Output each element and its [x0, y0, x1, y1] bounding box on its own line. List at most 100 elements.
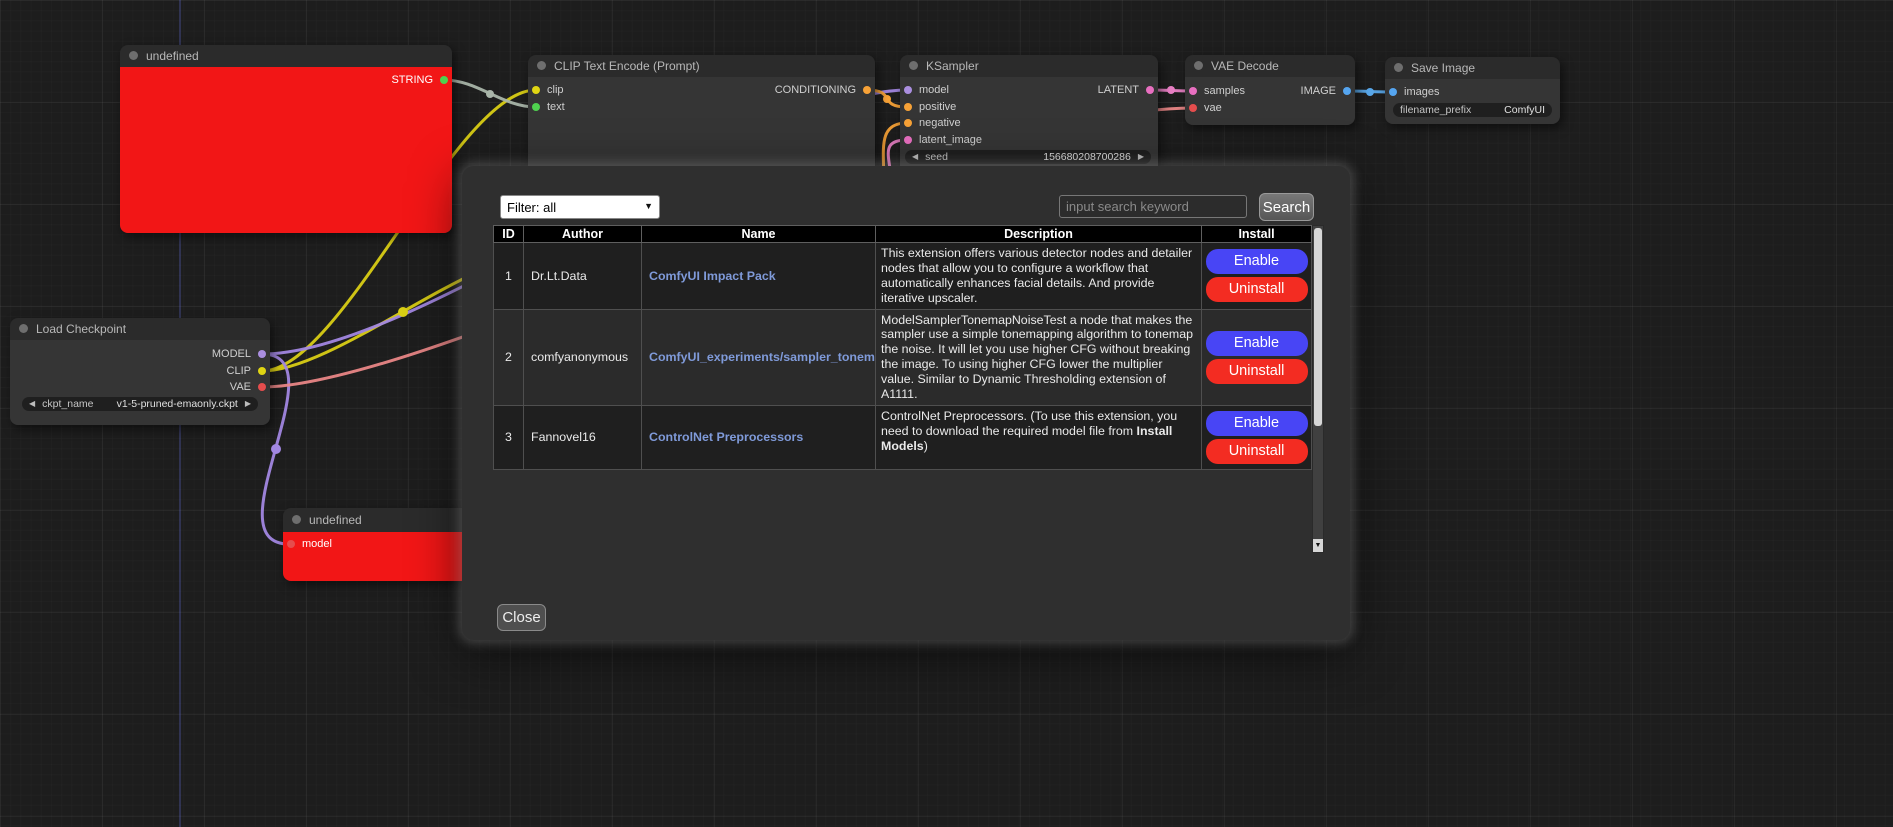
node-collapse-dot-icon[interactable]: [909, 61, 918, 70]
input-slot-positive[interactable]: positive: [904, 100, 956, 114]
link-midpoint-dot[interactable]: [398, 307, 408, 317]
input-slot-clip[interactable]: clip: [532, 83, 564, 97]
enable-button[interactable]: Enable: [1206, 411, 1308, 436]
input-dot-icon[interactable]: [1189, 87, 1197, 95]
input-slot-images[interactable]: images: [1389, 85, 1439, 99]
slot-label: model: [919, 84, 949, 96]
output-slot-image[interactable]: IMAGE: [1301, 84, 1351, 98]
output-dot-icon[interactable]: [1343, 87, 1351, 95]
node-collapse-dot-icon[interactable]: [537, 61, 546, 70]
node-title-bar[interactable]: Load Checkpoint: [10, 318, 270, 340]
close-button[interactable]: Close: [497, 604, 546, 631]
input-slot-model[interactable]: model: [287, 537, 332, 551]
input-slot-vae[interactable]: vae: [1189, 101, 1222, 115]
output-dot-icon[interactable]: [258, 383, 266, 391]
input-slot-negative[interactable]: negative: [904, 116, 961, 130]
input-dot-icon[interactable]: [287, 540, 295, 548]
input-dot-icon[interactable]: [1389, 88, 1397, 96]
node-title-bar[interactable]: VAE Decode: [1185, 55, 1355, 77]
widget-value: 156680208700286: [1043, 151, 1131, 163]
extension-row: 2comfyanonymousComfyUI_experiments/sampl…: [494, 309, 1312, 405]
link-midpoint-dot[interactable]: [1366, 88, 1374, 96]
node-title-bar[interactable]: KSampler: [900, 55, 1158, 77]
output-dot-icon[interactable]: [1146, 86, 1154, 94]
filter-select[interactable]: Filter: all: [500, 195, 660, 219]
extension-description: ControlNet Preprocessors. (To use this e…: [876, 405, 1202, 469]
slot-label: LATENT: [1098, 84, 1139, 96]
node-title: KSampler: [926, 59, 979, 73]
output-dot-icon[interactable]: [258, 367, 266, 375]
enable-button[interactable]: Enable: [1206, 331, 1308, 356]
input-dot-icon[interactable]: [904, 136, 912, 144]
node-collapse-dot-icon[interactable]: [129, 51, 138, 60]
node-collapse-dot-icon[interactable]: [1394, 63, 1403, 72]
node-load-checkpoint[interactable]: Load Checkpoint MODEL CLIP VAE ◀ ckpt_na…: [10, 318, 270, 425]
widget-name: filename_prefix: [1400, 104, 1471, 116]
link-midpoint-dot[interactable]: [883, 95, 891, 103]
previous-arrow-icon[interactable]: ◀: [29, 397, 35, 411]
filename-prefix-widget[interactable]: filename_prefix ComfyUI: [1393, 103, 1552, 117]
node-save-image[interactable]: Save Image images filename_prefix ComfyU…: [1385, 57, 1560, 124]
link-midpoint-dot[interactable]: [1167, 86, 1175, 94]
extension-table-scroll[interactable]: IDAuthorNameDescriptionInstall 1Dr.Lt.Da…: [493, 225, 1324, 553]
install-cell: Enable Uninstall: [1202, 243, 1312, 310]
extension-name-link[interactable]: ControlNet Preprocessors: [649, 430, 803, 444]
uninstall-button[interactable]: Uninstall: [1206, 277, 1308, 302]
decrement-arrow-icon[interactable]: ◀: [912, 150, 918, 164]
ckpt-name-widget[interactable]: ◀ ckpt_name v1-5-pruned-emaonly.ckpt ▶: [22, 397, 258, 411]
seed-widget[interactable]: ◀ seed 156680208700286 ▶: [905, 150, 1151, 164]
description-text: ModelSamplerTonemapNoiseTest a node that…: [881, 313, 1193, 401]
input-slot-model[interactable]: model: [904, 83, 949, 97]
output-slot-latent[interactable]: LATENT: [1098, 83, 1154, 97]
output-slot-string[interactable]: STRING: [391, 73, 448, 87]
input-dot-icon[interactable]: [1189, 104, 1197, 112]
enable-button[interactable]: Enable: [1206, 249, 1308, 274]
output-dot-icon[interactable]: [440, 76, 448, 84]
extension-name-cell: ComfyUI_experiments/sampler_tonemap: [642, 309, 876, 405]
node-collapse-dot-icon[interactable]: [19, 324, 28, 333]
output-slot-conditioning[interactable]: CONDITIONING: [775, 83, 871, 97]
output-dot-icon[interactable]: [863, 86, 871, 94]
uninstall-button[interactable]: Uninstall: [1206, 359, 1308, 384]
output-dot-icon[interactable]: [258, 350, 266, 358]
input-slot-samples[interactable]: samples: [1189, 84, 1245, 98]
output-slot-vae[interactable]: VAE: [230, 380, 266, 394]
node-undefined-string[interactable]: undefined STRING: [120, 45, 452, 233]
input-dot-icon[interactable]: [904, 86, 912, 94]
node-graph-canvas[interactable]: undefined STRING CLIP Text Encode (Promp…: [0, 0, 1893, 827]
node-undefined-model[interactable]: undefined model: [283, 508, 469, 581]
search-input[interactable]: [1059, 195, 1247, 218]
next-arrow-icon[interactable]: ▶: [245, 397, 251, 411]
input-dot-icon[interactable]: [532, 103, 540, 111]
uninstall-button[interactable]: Uninstall: [1206, 439, 1308, 464]
node-collapse-dot-icon[interactable]: [292, 515, 301, 524]
install-cell: Enable Uninstall: [1202, 309, 1312, 405]
output-slot-model[interactable]: MODEL: [212, 347, 266, 361]
node-body: model: [283, 532, 469, 581]
node-title-bar[interactable]: undefined: [120, 45, 452, 67]
node-clip-text-encode[interactable]: CLIP Text Encode (Prompt) clip text COND…: [528, 55, 875, 178]
node-collapse-dot-icon[interactable]: [1194, 61, 1203, 70]
input-slot-text[interactable]: text: [532, 100, 565, 114]
scrollbar-thumb[interactable]: [1314, 228, 1322, 426]
input-dot-icon[interactable]: [532, 86, 540, 94]
table-scrollbar[interactable]: ▼: [1312, 225, 1324, 553]
link-midpoint-dot[interactable]: [486, 90, 494, 98]
node-title-bar[interactable]: undefined: [283, 508, 469, 532]
node-title-bar[interactable]: CLIP Text Encode (Prompt): [528, 55, 875, 77]
search-button[interactable]: Search: [1259, 193, 1314, 221]
node-ksampler[interactable]: KSampler model positive negative latent_…: [900, 55, 1158, 177]
extension-name-link[interactable]: ComfyUI Impact Pack: [649, 269, 776, 283]
extension-id: 1: [494, 243, 524, 310]
input-slot-latent-image[interactable]: latent_image: [904, 133, 982, 147]
input-dot-icon[interactable]: [904, 119, 912, 127]
node-title-bar[interactable]: Save Image: [1385, 57, 1560, 79]
scrollbar-down-button[interactable]: ▼: [1313, 539, 1323, 552]
link-midpoint-dot[interactable]: [271, 444, 281, 454]
extension-name-link[interactable]: ComfyUI_experiments/sampler_tonemap: [649, 350, 876, 364]
output-slot-clip[interactable]: CLIP: [227, 364, 266, 378]
increment-arrow-icon[interactable]: ▶: [1138, 150, 1144, 164]
node-vae-decode[interactable]: VAE Decode samples vae IMAGE: [1185, 55, 1355, 125]
slot-label: positive: [919, 101, 956, 113]
input-dot-icon[interactable]: [904, 103, 912, 111]
